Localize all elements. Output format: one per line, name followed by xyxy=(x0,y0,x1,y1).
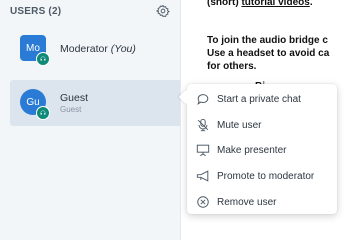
megaphone-icon xyxy=(196,170,209,182)
user-row-guest[interactable]: Gu Guest Guest xyxy=(10,80,180,126)
chat-bubble-icon xyxy=(197,94,209,105)
users-sidebar: USERS (2) Mo Moderator (You) Gu Guest Gu… xyxy=(0,0,181,240)
welcome-text: (short) xyxy=(207,0,242,8)
user-subtitle: Guest xyxy=(60,104,82,114)
promote-to-moderator-item[interactable]: Promote to moderator xyxy=(187,165,337,187)
welcome-line-4: for others. xyxy=(207,61,257,72)
user-name-text: Moderator xyxy=(60,42,108,55)
menu-item-label: Remove user xyxy=(217,196,277,208)
user-text: Moderator (You) xyxy=(60,43,136,56)
welcome-line-3: Use a headset to avoid ca xyxy=(207,48,330,59)
remove-circle-icon xyxy=(197,196,209,208)
users-header: USERS (2) xyxy=(10,3,170,19)
menu-item-label: Mute user xyxy=(217,119,262,131)
users-title: USERS (2) xyxy=(10,5,62,17)
start-private-chat-item[interactable]: Start a private chat xyxy=(187,88,337,110)
welcome-line-1: (short) tutorial videos. xyxy=(207,0,313,10)
welcome-punct: . xyxy=(309,0,313,8)
menu-item-label: Make presenter xyxy=(217,144,287,156)
gear-icon[interactable] xyxy=(156,4,170,18)
user-name: Moderator (You) xyxy=(60,43,136,56)
user-row-moderator[interactable]: Mo Moderator (You) xyxy=(10,30,180,68)
welcome-line-2: To join the audio bridge c xyxy=(207,35,328,46)
user-options-menu: Start a private chat Mute user Make pres… xyxy=(178,84,337,214)
avatar: Gu xyxy=(20,89,50,120)
audio-badge-icon xyxy=(36,106,50,120)
user-role: (You) xyxy=(110,42,136,55)
user-name: Guest xyxy=(60,91,89,104)
avatar: Mo xyxy=(20,35,50,66)
make-presenter-item[interactable]: Make presenter xyxy=(187,139,337,161)
menu-item-label: Start a private chat xyxy=(217,93,301,105)
microphone-muted-icon xyxy=(197,118,209,132)
mute-user-item[interactable]: Mute user xyxy=(187,114,337,136)
menu-item-label: Promote to moderator xyxy=(217,170,315,182)
user-text: Guest Guest xyxy=(60,92,88,114)
remove-user-item[interactable]: Remove user xyxy=(187,191,337,213)
tutorial-videos-link[interactable]: tutorial videos xyxy=(241,0,309,8)
audio-badge-icon xyxy=(36,52,50,66)
presentation-screen-icon xyxy=(196,144,210,157)
